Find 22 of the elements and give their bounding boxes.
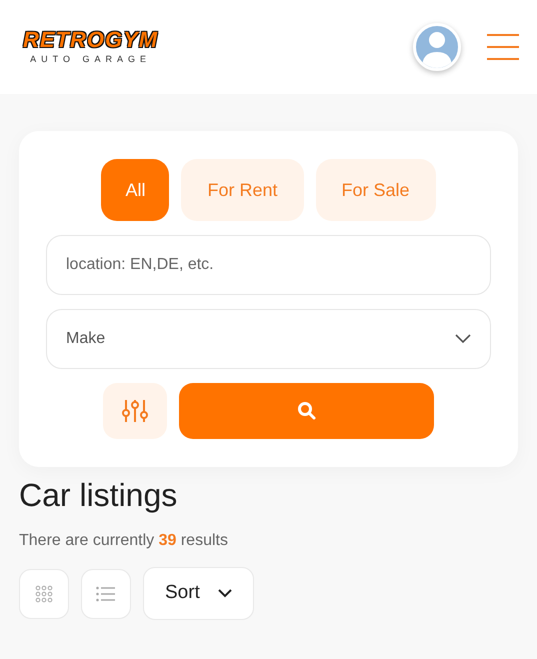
list-icon xyxy=(96,586,116,602)
chevron-icon xyxy=(218,589,232,598)
logo-subtitle: AUTO GARAGE xyxy=(30,53,151,66)
search-icon xyxy=(296,401,316,421)
filters-button[interactable] xyxy=(103,383,167,439)
sort-button[interactable]: Sort xyxy=(143,567,254,620)
view-toggle-button[interactable] xyxy=(19,568,69,618)
filter-tab[interactable]: For Sale xyxy=(316,159,436,221)
logo-title[interactable]: RETROGYM xyxy=(23,28,158,52)
filter-tab[interactable]: For Rent xyxy=(181,159,304,221)
grid-icon xyxy=(34,584,54,604)
sliders-icon xyxy=(122,398,148,424)
location-field[interactable]: location: EN,DE, etc. xyxy=(46,235,491,295)
chevron-icon xyxy=(455,334,471,344)
search-button[interactable] xyxy=(179,383,434,439)
page-heading: Car listings xyxy=(19,476,178,515)
make-select[interactable]: Make xyxy=(46,309,491,369)
view-toggle-button[interactable] xyxy=(81,568,131,618)
menu-icon[interactable] xyxy=(487,34,519,60)
avatar-icon[interactable] xyxy=(413,23,461,71)
filter-tab[interactable]: All xyxy=(101,159,170,221)
results-text: There are currently 39 results xyxy=(19,531,229,551)
